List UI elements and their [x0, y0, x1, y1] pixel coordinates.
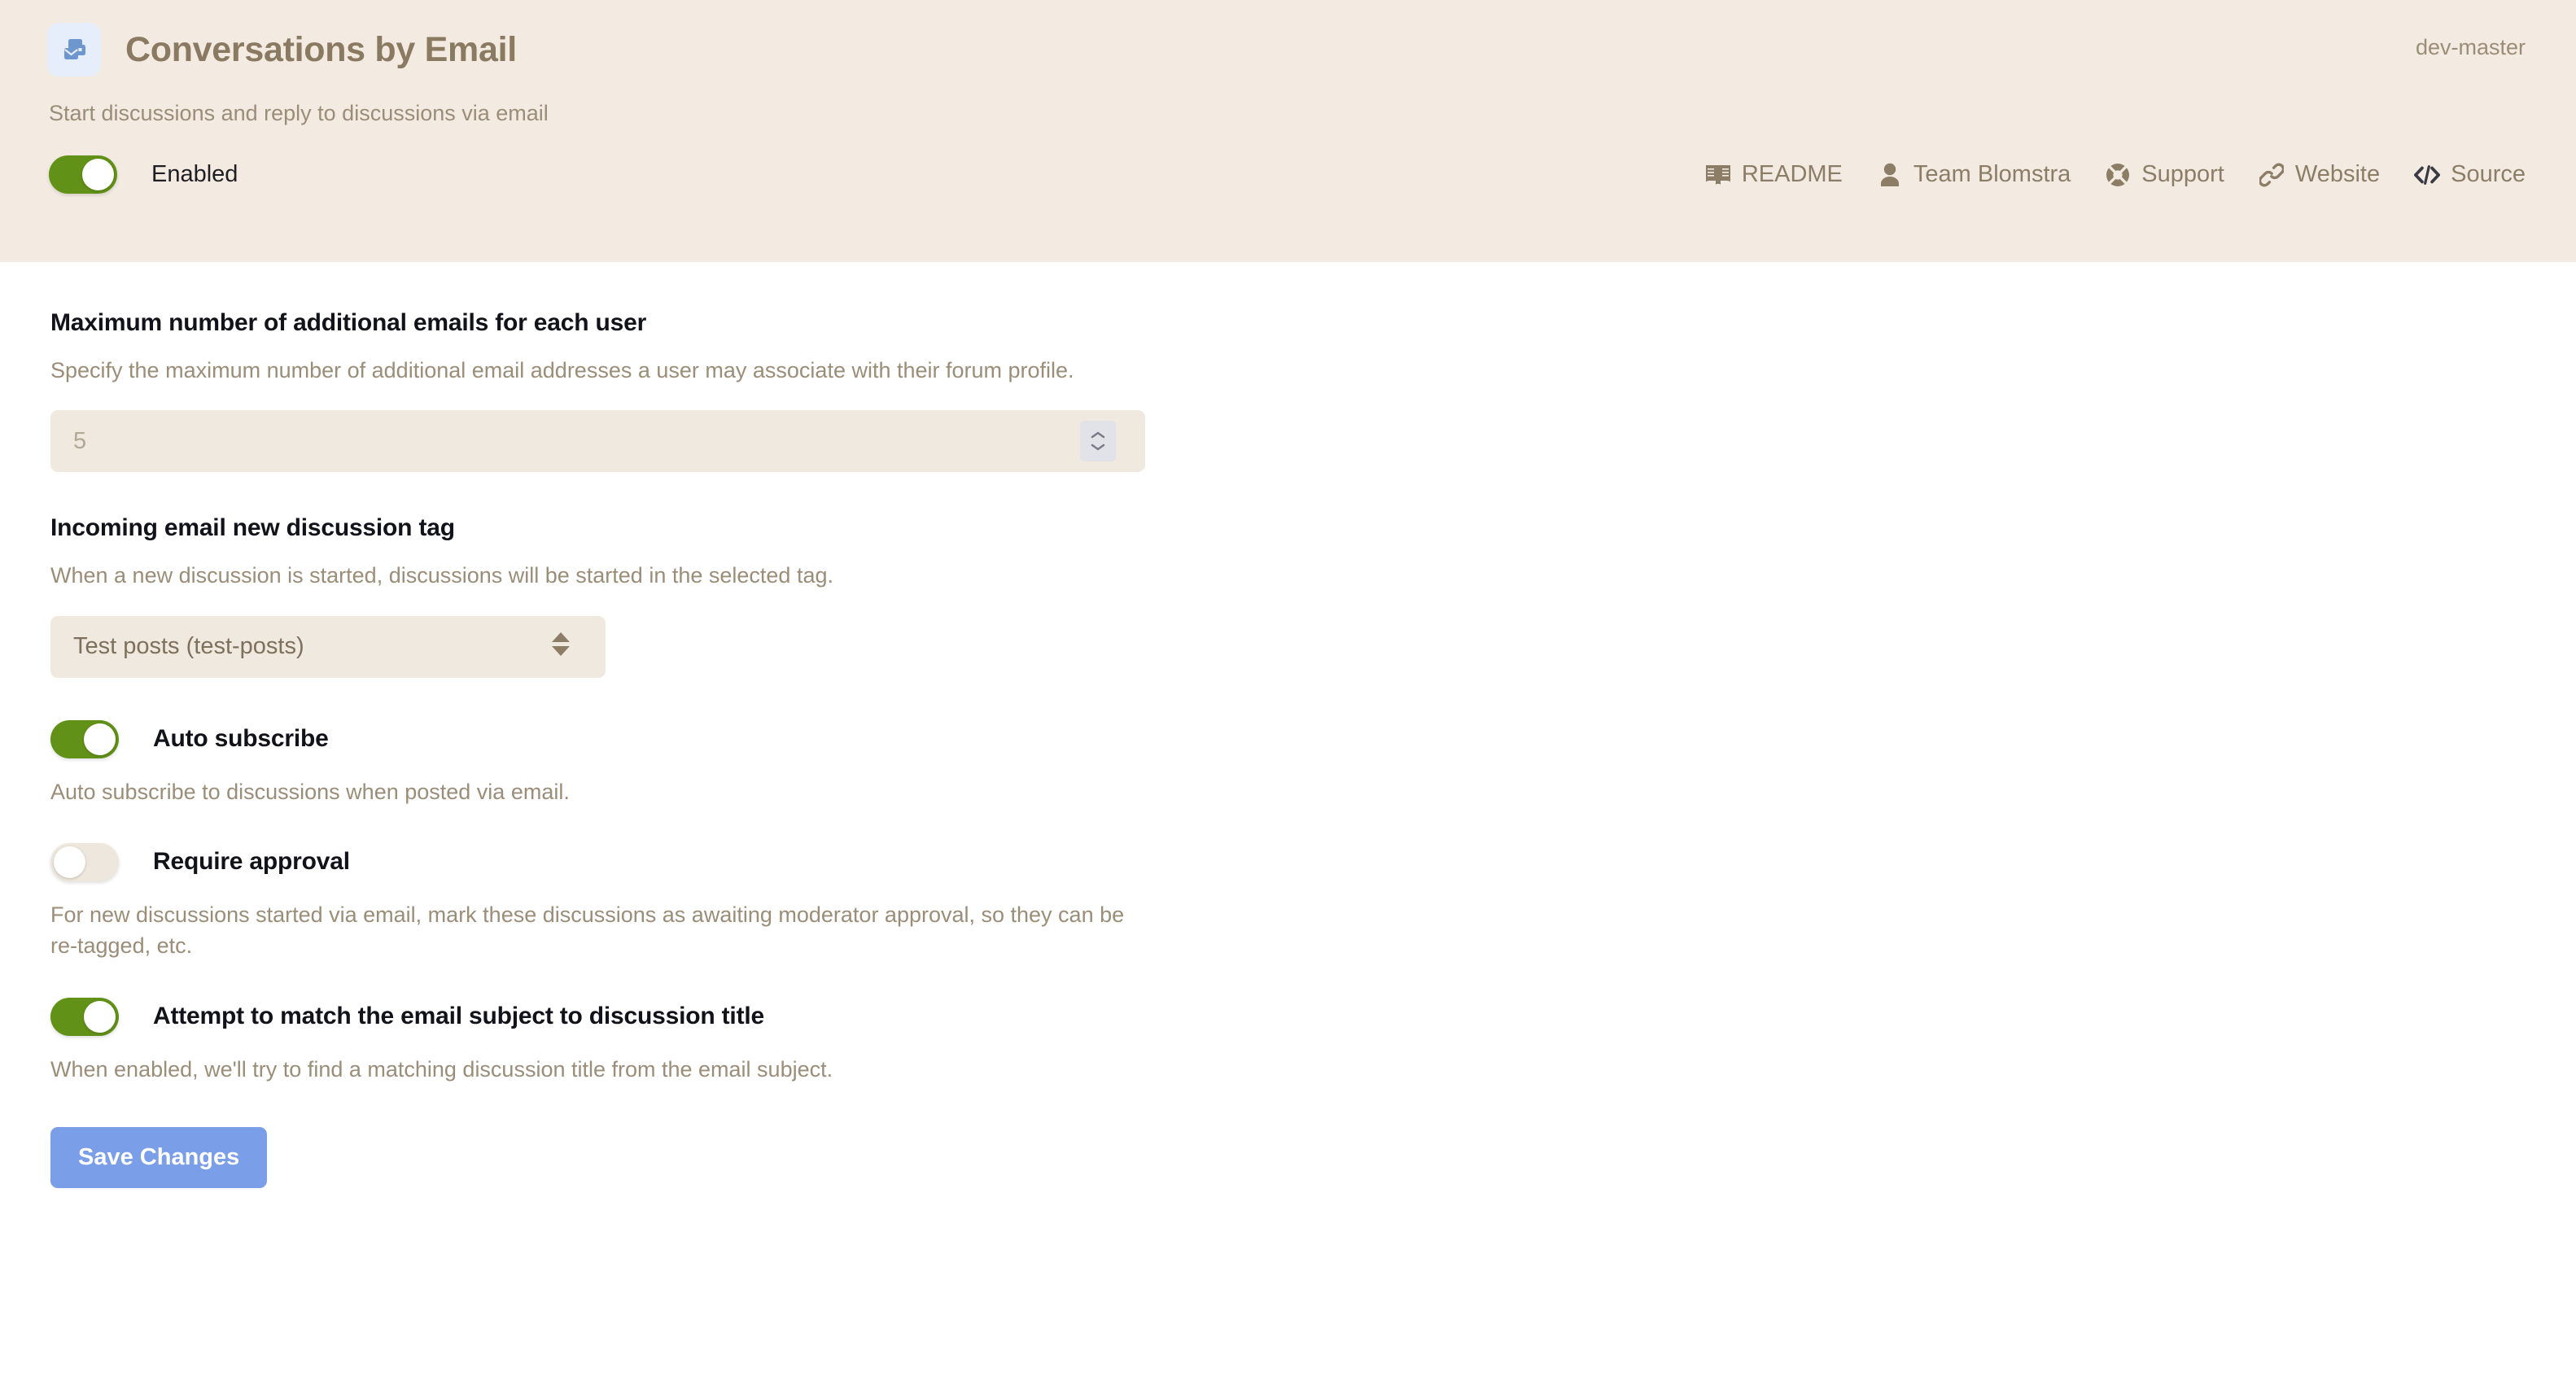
setting-max-emails-title: Maximum number of additional emails for …	[50, 309, 647, 336]
website-link[interactable]: Website	[2259, 161, 2380, 188]
version-badge: dev-master	[2415, 35, 2526, 59]
team-link-label: Team Blomstra	[1913, 161, 2071, 187]
setting-max-emails: Maximum number of additional emails for …	[50, 309, 2576, 473]
team-link[interactable]: Team Blomstra	[1877, 161, 2071, 188]
toggle-knob	[54, 846, 85, 878]
setting-discussion-tag: Incoming email new discussion tag When a…	[50, 514, 2576, 678]
extension-header: Conversations by Email dev-master Start …	[0, 0, 2576, 262]
setting-match-subject: Attempt to match the email subject to di…	[50, 997, 2576, 1085]
header-links: README Team Blomstra Support Website Sou…	[1705, 161, 2526, 188]
match-subject-row[interactable]: Attempt to match the email subject to di…	[50, 997, 2576, 1036]
header-title-row: Conversations by Email	[0, 0, 2576, 78]
enabled-toggle[interactable]	[49, 155, 117, 194]
number-stepper[interactable]	[1080, 421, 1116, 462]
auto-subscribe-help: Auto subscribe to discussions when poste…	[50, 779, 570, 804]
require-approval-row[interactable]: Require approval	[50, 842, 2576, 881]
match-subject-toggle[interactable]	[50, 997, 119, 1036]
chevron-down-icon	[1091, 444, 1105, 451]
support-link-label: Support	[2141, 161, 2224, 187]
toggle-knob	[84, 1000, 116, 1033]
match-subject-label: Attempt to match the email subject to di…	[153, 1003, 764, 1030]
require-approval-label: Require approval	[153, 848, 350, 876]
enabled-label: Enabled	[151, 161, 238, 187]
max-emails-input-value: 5	[73, 427, 87, 454]
setting-auto-subscribe: Auto subscribe Auto subscribe to discuss…	[50, 719, 2576, 807]
setting-require-approval: Require approval For new discussions sta…	[50, 842, 2576, 962]
extension-description: Start discussions and reply to discussio…	[49, 101, 549, 125]
auto-subscribe-row[interactable]: Auto subscribe	[50, 719, 2576, 758]
auto-subscribe-toggle[interactable]	[50, 719, 119, 758]
settings-body: Maximum number of additional emails for …	[0, 262, 2576, 1188]
life-ring-icon	[2105, 162, 2131, 188]
book-icon	[1705, 162, 1731, 188]
website-link-label: Website	[2294, 161, 2381, 187]
source-link[interactable]: Source	[2414, 161, 2526, 188]
require-approval-toggle[interactable]	[50, 842, 119, 881]
setting-discussion-tag-title: Incoming email new discussion tag	[50, 514, 455, 542]
setting-discussion-tag-help: When a new discussion is started, discus…	[50, 563, 833, 588]
max-emails-input[interactable]: 5	[50, 410, 1145, 473]
match-subject-help: When enabled, we'll try to find a matchi…	[50, 1056, 833, 1082]
link-icon	[2259, 162, 2285, 188]
source-link-label: Source	[2451, 161, 2526, 187]
user-icon	[1877, 162, 1903, 188]
auto-subscribe-label: Auto subscribe	[153, 725, 329, 753]
support-link[interactable]: Support	[2105, 161, 2224, 188]
select-arrows-icon	[552, 631, 570, 656]
header-controls-row: Enabled README Team Blomstra Support Web…	[0, 126, 2576, 194]
readme-link-label: README	[1741, 161, 1843, 187]
save-changes-button[interactable]: Save Changes	[50, 1126, 268, 1188]
enable-toggle-group[interactable]: Enabled	[49, 155, 238, 194]
conversations-email-icon	[47, 23, 101, 76]
toggle-knob	[84, 723, 116, 755]
setting-max-emails-help: Specify the maximum number of additional…	[50, 358, 1074, 382]
toggle-knob	[82, 159, 114, 190]
triangle-up-icon	[552, 631, 570, 642]
readme-link[interactable]: README	[1705, 161, 1843, 188]
triangle-down-icon	[552, 645, 570, 656]
page-title: Conversations by Email	[125, 29, 517, 69]
code-icon	[2414, 162, 2441, 188]
require-approval-help: For new discussions started via email, m…	[50, 902, 1125, 959]
discussion-tag-select[interactable]: Test posts (test-posts)	[50, 615, 606, 678]
chevron-up-icon	[1091, 432, 1105, 439]
discussion-tag-select-value: Test posts (test-posts)	[73, 633, 304, 660]
